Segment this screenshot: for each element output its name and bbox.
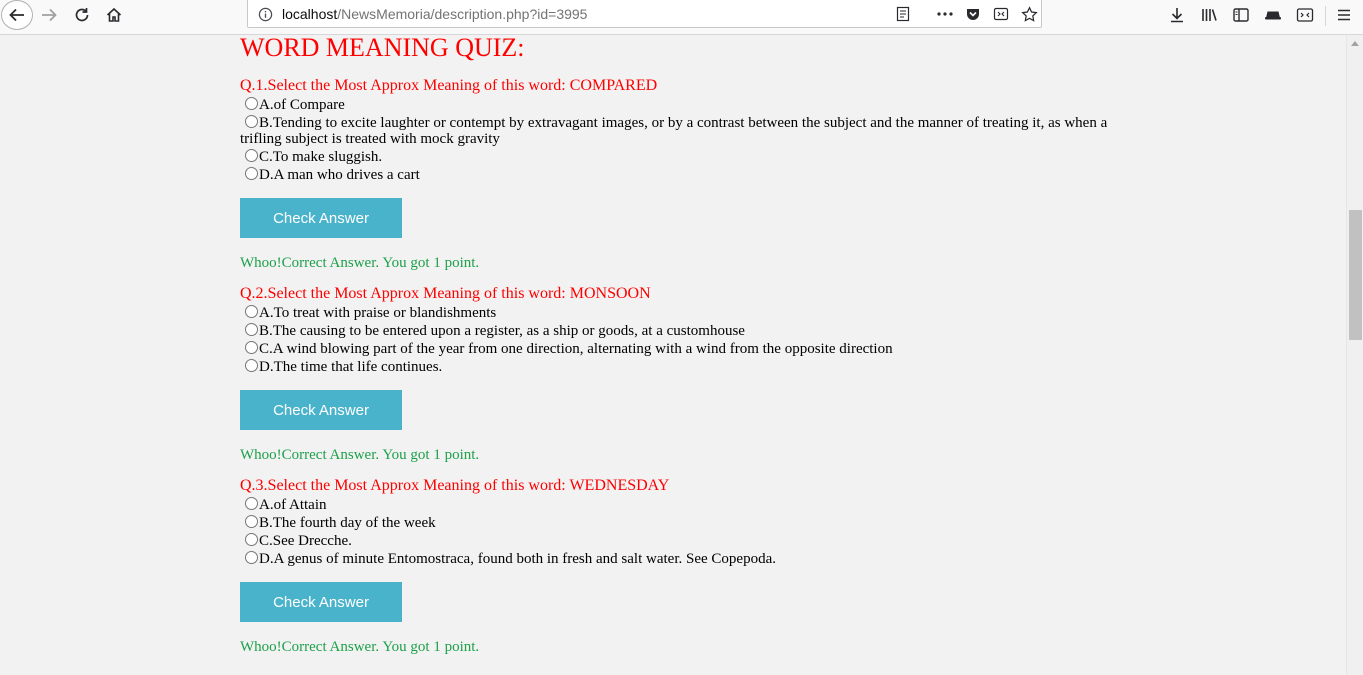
screenshot-icon[interactable]: [991, 4, 1011, 24]
option-radio[interactable]: [245, 149, 258, 162]
option-radio[interactable]: [245, 305, 258, 318]
option-label: C.A wind blowing part of the year from o…: [259, 341, 893, 357]
home-icon: [106, 7, 122, 22]
option-label: D.The time that life continues.: [259, 359, 443, 375]
page-title: WORD MEANING QUIZ:: [240, 33, 525, 62]
option-label: D.A man who drives a cart: [259, 167, 420, 183]
option-label: A.of Attain: [259, 497, 327, 513]
question-block-2: Q.2.Select the Most Approx Meaning of th…: [240, 285, 1120, 464]
option-radio[interactable]: [245, 533, 258, 546]
option-radio[interactable]: [245, 515, 258, 528]
page-scrollbar[interactable]: [1346, 35, 1363, 675]
check-answer-button[interactable]: Check Answer: [240, 582, 402, 622]
option-label: C.See Drecche.: [259, 533, 352, 549]
option-c[interactable]: C.A wind blowing part of the year from o…: [240, 341, 1120, 357]
toolbar-divider: [1325, 6, 1326, 26]
bookmark-star-icon[interactable]: [1019, 4, 1039, 24]
option-radio[interactable]: [245, 97, 258, 110]
option-radio[interactable]: [245, 323, 258, 336]
option-label: D.A genus of minute Entomostraca, found …: [259, 551, 776, 567]
arrow-right-icon: [42, 8, 57, 22]
extension-button[interactable]: [1290, 0, 1320, 30]
question-block-3: Q.3.Select the Most Approx Meaning of th…: [240, 477, 1120, 656]
check-answer-button[interactable]: Check Answer: [240, 390, 402, 430]
back-button[interactable]: [1, 0, 33, 30]
question-text: Q.2.Select the Most Approx Meaning of th…: [240, 285, 651, 302]
arrow-left-icon: [9, 8, 24, 22]
option-label: C.To make sluggish.: [259, 149, 383, 165]
option-a[interactable]: A.of Compare: [240, 97, 1120, 113]
option-d[interactable]: D.The time that life continues.: [240, 359, 1120, 375]
scroll-thumb[interactable]: [1349, 210, 1362, 340]
option-label: A.To treat with praise or blandishments: [259, 305, 497, 321]
option-label: B.The causing to be entered upon a regis…: [259, 323, 745, 339]
option-c[interactable]: C.To make sluggish.: [240, 149, 1120, 165]
result-message: Whoo!Correct Answer. You got 1 point.: [240, 447, 480, 463]
extension-icon: [1296, 8, 1314, 22]
option-d[interactable]: D.A man who drives a cart: [240, 167, 1120, 183]
sidebar-icon: [1233, 8, 1249, 22]
pocket-icon[interactable]: [963, 4, 983, 24]
option-a[interactable]: A.To treat with praise or blandishments: [240, 305, 1120, 321]
quiz-content: WORD MEANING QUIZ: Q.1.Select the Most A…: [240, 33, 1120, 656]
download-icon: [1171, 8, 1183, 23]
option-radio[interactable]: [245, 167, 258, 180]
question-text: Q.1.Select the Most Approx Meaning of th…: [240, 77, 658, 94]
option-label: B.The fourth day of the week: [259, 515, 436, 531]
question-block-1: Q.1.Select the Most Approx Meaning of th…: [240, 77, 1120, 272]
option-radio[interactable]: [245, 115, 258, 128]
home-button[interactable]: [99, 0, 129, 30]
hamburger-menu-icon: [1338, 9, 1350, 21]
url-bar[interactable]: localhost/NewsMemoria/description.php?id…: [247, 0, 1042, 28]
reload-icon: [75, 8, 89, 22]
browser-toolbar: localhost/NewsMemoria/description.php?id…: [0, 0, 1363, 35]
menu-button[interactable]: [1329, 0, 1359, 30]
info-icon[interactable]: [255, 4, 275, 24]
forward-button[interactable]: [34, 0, 64, 30]
reload-button[interactable]: [67, 0, 97, 30]
option-b[interactable]: B.Tending to excite laughter or contempt…: [240, 115, 1120, 147]
option-d[interactable]: D.A genus of minute Entomostraca, found …: [240, 551, 1120, 567]
result-message: Whoo!Correct Answer. You got 1 point.: [240, 639, 480, 655]
library-icon: [1202, 9, 1217, 21]
mask-icon: [1265, 11, 1281, 20]
reader-view-icon[interactable]: [893, 4, 913, 24]
option-radio[interactable]: [245, 359, 258, 372]
option-b[interactable]: B.The causing to be entered upon a regis…: [240, 323, 1120, 339]
scroll-up-arrow[interactable]: [1347, 35, 1363, 51]
url-path: /NewsMemoria/description.php?id=3995: [337, 6, 588, 22]
option-radio[interactable]: [245, 551, 258, 564]
option-label: A.of Compare: [259, 97, 345, 113]
option-label: B.Tending to excite laughter or contempt…: [240, 115, 1108, 147]
library-button[interactable]: [1194, 0, 1224, 30]
chevron-up-icon: [1351, 41, 1359, 46]
url-host: localhost: [282, 6, 338, 22]
downloads-button[interactable]: [1162, 0, 1192, 30]
result-message: Whoo!Correct Answer. You got 1 point.: [240, 255, 480, 271]
url-text[interactable]: localhost/NewsMemoria/description.php?id…: [282, 6, 587, 22]
question-text: Q.3.Select the Most Approx Meaning of th…: [240, 477, 670, 494]
option-b[interactable]: B.The fourth day of the week: [240, 515, 1120, 531]
option-c[interactable]: C.See Drecche.: [240, 533, 1120, 549]
page-actions-icon[interactable]: [935, 4, 955, 24]
option-radio[interactable]: [245, 341, 258, 354]
option-radio[interactable]: [245, 497, 258, 510]
option-a[interactable]: A.of Attain: [240, 497, 1120, 513]
sidebar-button[interactable]: [1226, 0, 1256, 30]
private-mask-button[interactable]: [1258, 0, 1288, 30]
check-answer-button[interactable]: Check Answer: [240, 198, 402, 238]
